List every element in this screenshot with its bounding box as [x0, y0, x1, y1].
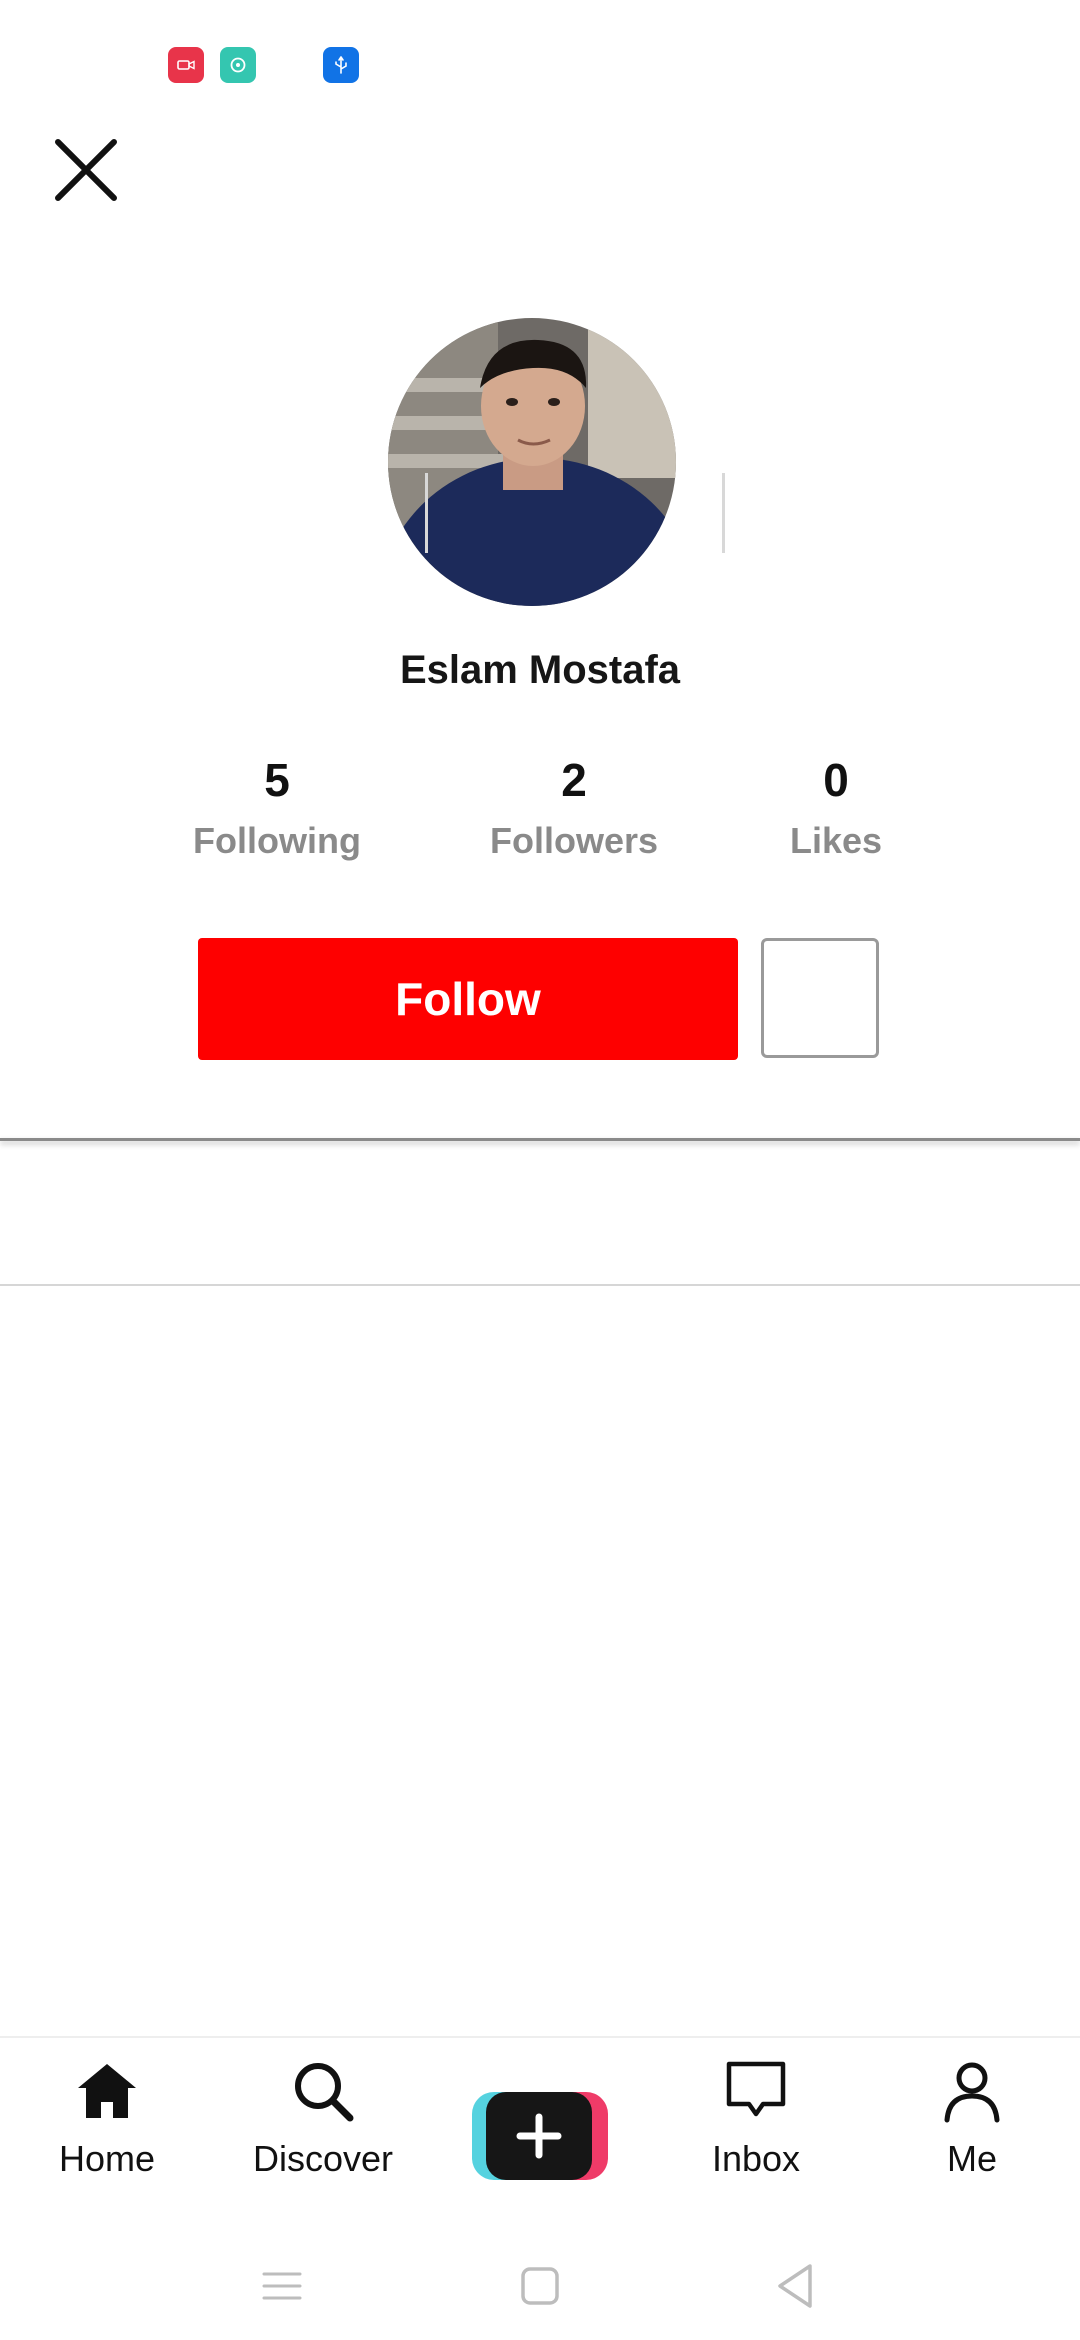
close-button[interactable] [48, 132, 124, 208]
stats-row: 5 Following 2 Followers 0 Likes [0, 750, 1080, 880]
profile-screen: Eslam Mostafa 5 Following 2 Followers 0 … [0, 0, 1080, 2340]
nav-me-label: Me [946, 2138, 997, 2179]
nav-home[interactable]: Home [7, 2058, 207, 2218]
plus-icon [516, 2113, 562, 2159]
status-bar [0, 0, 1080, 120]
inbox-icon [726, 2061, 786, 2117]
stat-divider [425, 473, 428, 553]
create-button[interactable] [472, 2092, 608, 2180]
home-system-button[interactable] [510, 2256, 570, 2316]
stat-following-count: 5 [264, 754, 290, 806]
profile-icon [944, 2062, 1000, 2123]
tab-divider [0, 1284, 1080, 1286]
stat-following[interactable]: 5 Following [167, 750, 387, 862]
bottom-navigation: Home Discover Inbox Me [0, 2036, 1080, 2228]
menu-icon [262, 2272, 302, 2300]
home-icon [78, 2064, 136, 2118]
stat-following-label: Following [193, 820, 361, 861]
search-icon [295, 2063, 354, 2122]
usb-icon [323, 47, 359, 83]
recent-apps-button[interactable] [252, 2256, 312, 2316]
create-core [486, 2092, 592, 2180]
follow-button[interactable]: Follow [198, 938, 738, 1060]
stat-likes-count: 0 [823, 754, 849, 806]
stat-likes-label: Likes [789, 820, 883, 861]
nav-inbox-label: Inbox [711, 2138, 801, 2179]
nav-discover[interactable]: Discover [223, 2058, 423, 2218]
nav-home-label: Home [58, 2138, 156, 2179]
more-options-button[interactable] [761, 938, 879, 1058]
chat-bubble-icon [220, 47, 256, 83]
system-navigation-bar [0, 2226, 1080, 2340]
avatar[interactable] [388, 318, 676, 606]
stat-likes[interactable]: 0 Likes [726, 750, 946, 862]
back-triangle-icon [778, 2264, 812, 2308]
profile-header: Eslam Mostafa 5 Following 2 Followers 0 … [0, 300, 1080, 1140]
profile-username: Eslam Mostafa [399, 648, 681, 692]
stat-followers-label: Followers [489, 820, 659, 861]
stat-divider [722, 473, 725, 553]
back-system-button[interactable] [766, 2256, 826, 2316]
nav-discover-label: Discover [252, 2138, 394, 2179]
nav-me[interactable]: Me [872, 2058, 1072, 2218]
close-icon [55, 139, 117, 201]
screen-record-icon [168, 47, 204, 83]
stat-followers-count: 2 [561, 754, 587, 806]
square-icon [521, 2267, 559, 2305]
avatar-photo [388, 318, 676, 606]
stat-followers[interactable]: 2 Followers [464, 750, 684, 862]
nav-inbox[interactable]: Inbox [656, 2058, 856, 2218]
content-tab-row [0, 1141, 1080, 1285]
